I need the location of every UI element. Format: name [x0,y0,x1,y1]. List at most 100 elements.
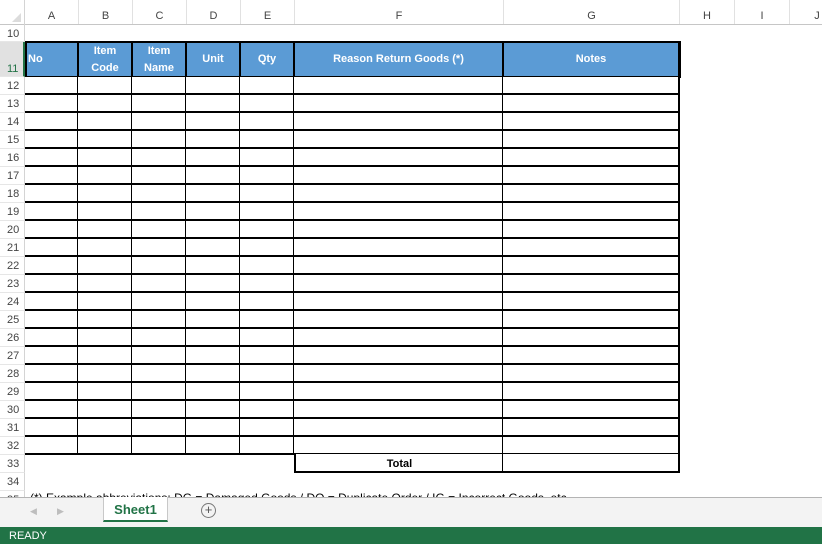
cell-c16[interactable] [132,149,187,167]
header-cell-no[interactable]: No [25,42,79,77]
cell-a19[interactable] [25,203,79,221]
cell-d24[interactable] [186,293,241,311]
row-header-14[interactable]: 14 [0,113,25,131]
cell-g30[interactable] [503,401,680,419]
cell-b20[interactable] [78,221,133,239]
cell-a28[interactable] [25,365,79,383]
cell-c31[interactable] [132,419,187,437]
cell-c32[interactable] [132,437,187,455]
cell-e20[interactable] [240,221,295,239]
cell-b30[interactable] [78,401,133,419]
cell-a25[interactable] [25,311,79,329]
cell-g28[interactable] [503,365,680,383]
cell-a15[interactable] [25,131,79,149]
cell-c19[interactable] [132,203,187,221]
column-header-b[interactable]: B [79,0,133,24]
cell-b13[interactable] [78,95,133,113]
cell-e29[interactable] [240,383,295,401]
cell-f22[interactable] [294,257,504,275]
cell-e28[interactable] [240,365,295,383]
cell-b32[interactable] [78,437,133,455]
cell-b12[interactable] [78,77,133,95]
cell-e16[interactable] [240,149,295,167]
cell-c13[interactable] [132,95,187,113]
cell-c21[interactable] [132,239,187,257]
cell-c15[interactable] [132,131,187,149]
cell-g19[interactable] [503,203,680,221]
cell-b26[interactable] [78,329,133,347]
row-header-29[interactable]: 29 [0,383,25,401]
row-header-17[interactable]: 17 [0,167,25,185]
column-header-c[interactable]: C [133,0,187,24]
cell-d22[interactable] [186,257,241,275]
cell-b31[interactable] [78,419,133,437]
cell-a20[interactable] [25,221,79,239]
cell-e26[interactable] [240,329,295,347]
header-cell-reason-return-goods[interactable]: Reason Return Goods (*) [295,42,504,77]
cell-f18[interactable] [294,185,504,203]
cell-f25[interactable] [294,311,504,329]
cell-g29[interactable] [503,383,680,401]
cell-g23[interactable] [503,275,680,293]
cell-f32[interactable] [294,437,504,455]
column-header-j[interactable]: J [790,0,822,24]
next-sheet-icon[interactable]: ▶ [57,506,64,517]
cell-g26[interactable] [503,329,680,347]
header-cell-unit[interactable]: Unit [187,42,241,77]
cell-c28[interactable] [132,365,187,383]
cell-b29[interactable] [78,383,133,401]
row-header-28[interactable]: 28 [0,365,25,383]
row-header-32[interactable]: 32 [0,437,25,455]
row-header-23[interactable]: 23 [0,275,25,293]
cell-b17[interactable] [78,167,133,185]
column-header-d[interactable]: D [187,0,241,24]
cell-a18[interactable] [25,185,79,203]
cell-d17[interactable] [186,167,241,185]
cell-d19[interactable] [186,203,241,221]
cell-e30[interactable] [240,401,295,419]
cell-b14[interactable] [78,113,133,131]
row-header-13[interactable]: 13 [0,95,25,113]
row-header-27[interactable]: 27 [0,347,25,365]
cell-e21[interactable] [240,239,295,257]
header-cell-item-code[interactable]: Item Code [79,42,133,77]
cell-b19[interactable] [78,203,133,221]
row-header-24[interactable]: 24 [0,293,25,311]
cell-a32[interactable] [25,437,79,455]
cell-b15[interactable] [78,131,133,149]
header-cell-qty[interactable]: Qty [241,42,295,77]
cell-f26[interactable] [294,329,504,347]
cell-g15[interactable] [503,131,680,149]
cell-g22[interactable] [503,257,680,275]
row-header-26[interactable]: 26 [0,329,25,347]
column-header-a[interactable]: A [25,0,79,24]
cell-c20[interactable] [132,221,187,239]
row-header-34[interactable]: 34 [0,473,25,491]
cell-c29[interactable] [132,383,187,401]
cell-a27[interactable] [25,347,79,365]
cell-c12[interactable] [132,77,187,95]
cell-f30[interactable] [294,401,504,419]
cell-f17[interactable] [294,167,504,185]
row-header-33[interactable]: 33 [0,455,25,473]
cell-c22[interactable] [132,257,187,275]
cell-f31[interactable] [294,419,504,437]
cell-g13[interactable] [503,95,680,113]
cell-a21[interactable] [25,239,79,257]
column-header-g[interactable]: G [504,0,680,24]
cell-c14[interactable] [132,113,187,131]
cell-a23[interactable] [25,275,79,293]
cell-d27[interactable] [186,347,241,365]
cell-b18[interactable] [78,185,133,203]
cell-f28[interactable] [294,365,504,383]
cell-a31[interactable] [25,419,79,437]
row-header-20[interactable]: 20 [0,221,25,239]
cell-g32[interactable] [503,437,680,455]
row-header-10[interactable]: 10 [0,25,25,42]
column-header-h[interactable]: H [680,0,735,24]
cell-d16[interactable] [186,149,241,167]
header-cell-notes[interactable]: Notes [504,42,680,77]
cell-b21[interactable] [78,239,133,257]
cell-e14[interactable] [240,113,295,131]
cell-f21[interactable] [294,239,504,257]
